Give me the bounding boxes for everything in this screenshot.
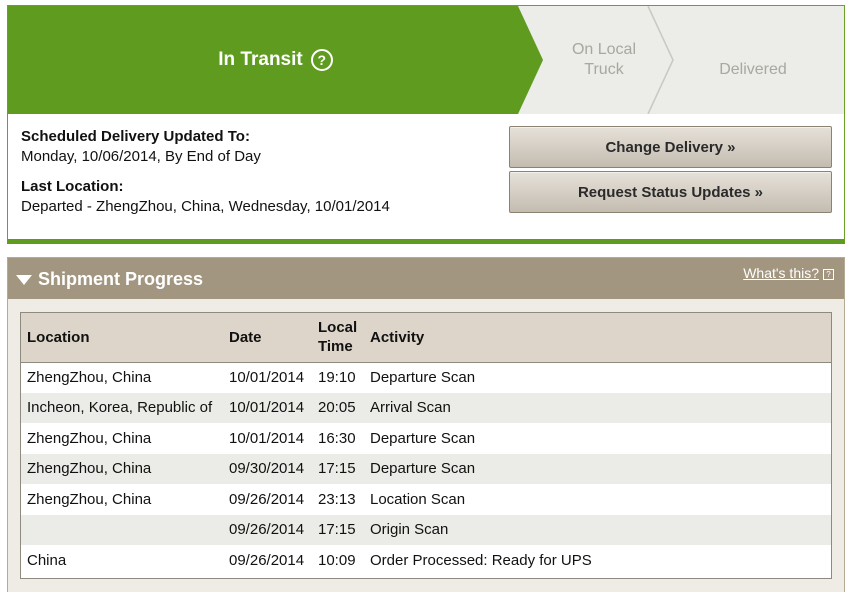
shipment-progress-panel: Shipment Progress What's this? ? Locatio… [7, 257, 845, 592]
panel-title: Shipment Progress [38, 269, 204, 289]
delivery-info: Scheduled Delivery Updated To: Monday, 1… [21, 127, 491, 227]
whats-this-link[interactable]: What's this? ? [743, 265, 834, 281]
shipment-table: Location Date Local Time Activity ZhengZ… [21, 313, 831, 576]
step-on-local-truck: On Local Truck [553, 40, 655, 80]
scheduled-delivery-value: Monday, 10/06/2014, By End of Day [21, 148, 261, 165]
table-row: 09/26/2014 17:15 Origin Scan [21, 514, 831, 545]
column-header-local-time: Local Time [312, 313, 364, 363]
panel-header: Shipment Progress What's this? ? [8, 258, 844, 299]
cell-location: ZhengZhou, China [21, 453, 223, 484]
cell-time: 17:15 [312, 453, 364, 484]
step-in-transit: In Transit ? [8, 6, 543, 114]
cell-time: 23:13 [318, 490, 356, 508]
progress-steps: In Transit ? On Local Truck Delivered [8, 6, 844, 114]
cell-location: China [27, 551, 67, 569]
help-icon[interactable]: ? [310, 49, 333, 71]
table-row: ZhengZhou, China 09/26/2014 23:13 Locati… [21, 484, 831, 515]
cell-date: 09/30/2014 [223, 453, 312, 484]
step-delivered: Delivered [719, 61, 787, 78]
cell-time: 19:10 [318, 369, 356, 386]
step-in-transit-label: In Transit [218, 49, 303, 70]
cell-activity: Location Scan [370, 490, 466, 508]
column-header-date: Date [223, 313, 312, 363]
cell-location: ZhengZhou, China [27, 429, 152, 447]
help-box-icon: ? [823, 269, 834, 280]
cell-location: ZhengZhou, China [27, 369, 152, 386]
shipment-progress-toggle[interactable]: Shipment Progress [16, 269, 203, 290]
step-on-local-truck-line1: On Local [571, 41, 637, 58]
table-row: Incheon, Korea, Republic of 10/01/2014 2… [21, 392, 831, 423]
cell-activity: Departure Scan [370, 369, 476, 386]
cell-date: 09/26/2014 [229, 551, 305, 569]
whats-this-label: What's this? [743, 265, 819, 281]
column-header-local-time-line1: Local [318, 319, 358, 337]
column-header-local-time-line2: Time [318, 338, 353, 356]
cell-date: 10/01/2014 [229, 369, 305, 386]
cell-location: ZhengZhou, China [27, 490, 152, 508]
cell-date: 09/26/2014 [223, 514, 312, 545]
cell-date: 10/01/2014 [223, 392, 312, 423]
cell-time: 20:05 [312, 392, 364, 423]
cell-location: Incheon, Korea, Republic of [21, 392, 223, 423]
table-row: ZhengZhou, China 10/01/2014 19:10 Depart… [21, 362, 831, 393]
caret-down-icon [16, 274, 32, 285]
cell-activity: Order Processed: Ready for UPS [370, 551, 592, 569]
table-row: China 09/26/2014 10:09 Order Processed: … [21, 545, 831, 576]
cell-location [21, 514, 223, 545]
cell-time: 16:30 [318, 429, 356, 447]
request-status-updates-button[interactable]: Request Status Updates » [509, 171, 832, 213]
shipment-table-wrapper: Location Date Local Time Activity ZhengZ… [20, 312, 832, 579]
cell-date: 10/01/2014 [229, 429, 305, 447]
cell-time: 17:15 [312, 514, 364, 545]
step-on-local-truck-line2: Truck [584, 61, 624, 78]
cell-activity: Departure Scan [364, 453, 831, 484]
cell-activity: Departure Scan [370, 429, 476, 447]
table-row: ZhengZhou, China 09/30/2014 17:15 Depart… [21, 453, 831, 484]
cell-time: 10:09 [318, 551, 356, 569]
cell-date: 09/26/2014 [229, 490, 305, 508]
last-location-value: Departed - ZhengZhou, China, Wednesday, … [21, 198, 390, 215]
last-location-label: Last Location: [21, 178, 124, 195]
table-header-row: Location Date Local Time Activity [21, 313, 831, 363]
cell-activity: Origin Scan [364, 514, 831, 545]
cell-activity: Arrival Scan [364, 392, 831, 423]
scheduled-delivery-label: Scheduled Delivery Updated To: [21, 128, 250, 145]
status-tracker: In Transit ? On Local Truck Delivered Sc… [7, 5, 845, 244]
change-delivery-button[interactable]: Change Delivery » [509, 126, 832, 168]
table-row: ZhengZhou, China 10/01/2014 16:30 Depart… [21, 423, 831, 454]
column-header-location: Location [21, 313, 223, 363]
column-header-activity: Activity [364, 313, 831, 363]
